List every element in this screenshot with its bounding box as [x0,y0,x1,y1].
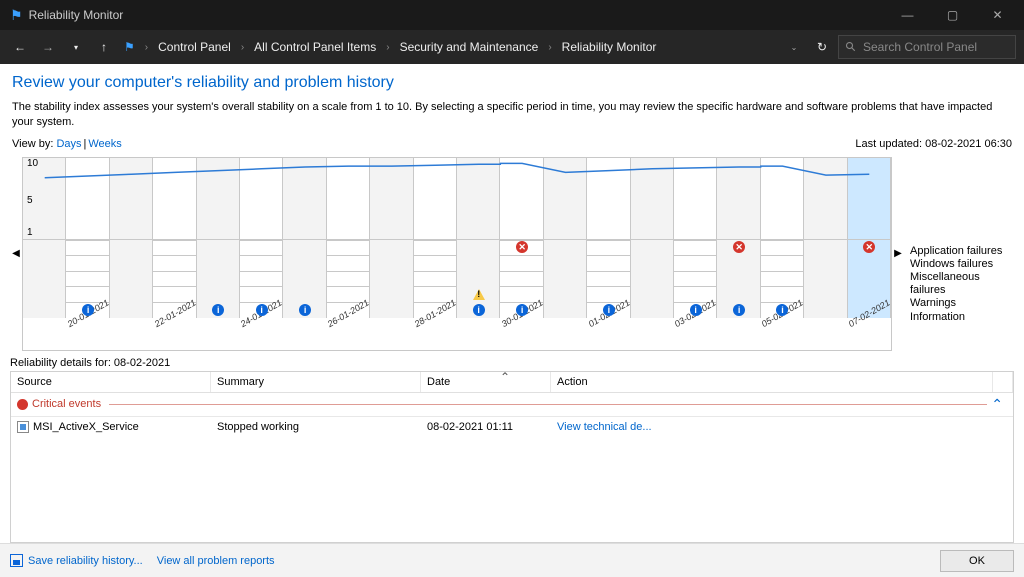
group-label: Critical events [32,398,101,410]
search-box[interactable]: Search Control Panel [838,35,1016,59]
save-icon [10,554,23,567]
search-icon [845,41,857,53]
chevron-right-icon: › [546,42,553,53]
table-row[interactable]: MSI_ActiveX_Service Stopped working 08-0… [11,417,1013,437]
chart-legend: Application failures Windows failures Mi… [904,157,1014,351]
recent-dropdown[interactable]: ▾ [64,35,88,59]
chart-scroll-left[interactable]: ◀ [10,157,22,351]
up-button[interactable]: ↑ [92,35,116,59]
collapse-icon[interactable]: ⌃ [991,396,1007,413]
chevron-right-icon: › [384,42,391,53]
col-date[interactable]: Date [421,372,551,392]
ytick: 10 [27,159,38,169]
refresh-button[interactable]: ↻ [810,35,834,59]
application-icon [17,421,29,433]
legend-misc-failures: Miscellaneous failures [910,271,1014,297]
breadcrumb[interactable]: Security and Maintenance [396,40,543,54]
view-technical-details-link[interactable]: View technical de... [557,421,652,433]
legend-information: Information [910,311,1014,324]
save-history-link[interactable]: Save reliability history... [10,554,143,567]
titlebar: ⚑ Reliability Monitor — ▢ ✕ [0,0,1024,30]
reliability-chart[interactable]: 10 5 1 ✕✕✕ ! iiiiiiiiii 20-01-202122-01-… [22,157,892,351]
forward-button[interactable]: → [36,35,60,59]
col-source[interactable]: Source [11,372,211,392]
ytick: 1 [27,228,33,238]
group-critical-events[interactable]: Critical events ⌃ [11,393,1013,417]
col-summary[interactable]: Summary [211,372,421,392]
address-dropdown[interactable]: ⌄ [782,35,806,59]
address-bar: ← → ▾ ↑ ⚑ › Control Panel › All Control … [0,30,1024,64]
cell-summary: Stopped working [211,419,421,435]
search-placeholder: Search Control Panel [863,40,977,54]
chevron-right-icon: › [239,42,246,53]
view-all-reports-link[interactable]: View all problem reports [157,555,275,567]
window-title: Reliability Monitor [29,8,885,22]
location-flag-icon: ⚑ [124,40,135,54]
content-pane: Review your computer's reliability and p… [0,64,1024,577]
breadcrumb[interactable]: All Control Panel Items [250,40,380,54]
footer: Save reliability history... View all pro… [0,543,1024,577]
breadcrumb[interactable]: Reliability Monitor [558,40,661,54]
cell-source: MSI_ActiveX_Service [33,421,139,433]
page-title: Review your computer's reliability and p… [12,74,1012,92]
last-updated: Last updated: 08-02-2021 06:30 [855,138,1012,150]
page-description: The stability index assesses your system… [12,100,1012,130]
minimize-button[interactable]: — [885,0,930,30]
ytick: 5 [27,196,33,206]
app-flag-icon: ⚑ [10,7,23,24]
breadcrumb[interactable]: Control Panel [154,40,235,54]
view-weeks-link[interactable]: Weeks [88,138,121,150]
maximize-button[interactable]: ▢ [930,0,975,30]
view-by-label: View by: [12,138,53,150]
close-button[interactable]: ✕ [975,0,1020,30]
ok-button[interactable]: OK [940,550,1014,572]
table-header: Source Summary Date Action [11,372,1013,393]
legend-windows-failures: Windows failures [910,258,1014,271]
details-heading: Reliability details for: 08-02-2021 [0,357,1024,369]
details-table: Source Summary Date Action Critical even… [10,371,1014,543]
legend-warnings: Warnings [910,297,1014,310]
view-by: View by: Days|Weeks [12,138,122,150]
chevron-right-icon: › [143,42,150,53]
legend-app-failures: Application failures [910,245,1014,258]
cell-date: 08-02-2021 01:11 [421,419,551,435]
back-button[interactable]: ← [8,35,32,59]
view-days-link[interactable]: Days [56,138,81,150]
col-action[interactable]: Action [551,372,993,392]
